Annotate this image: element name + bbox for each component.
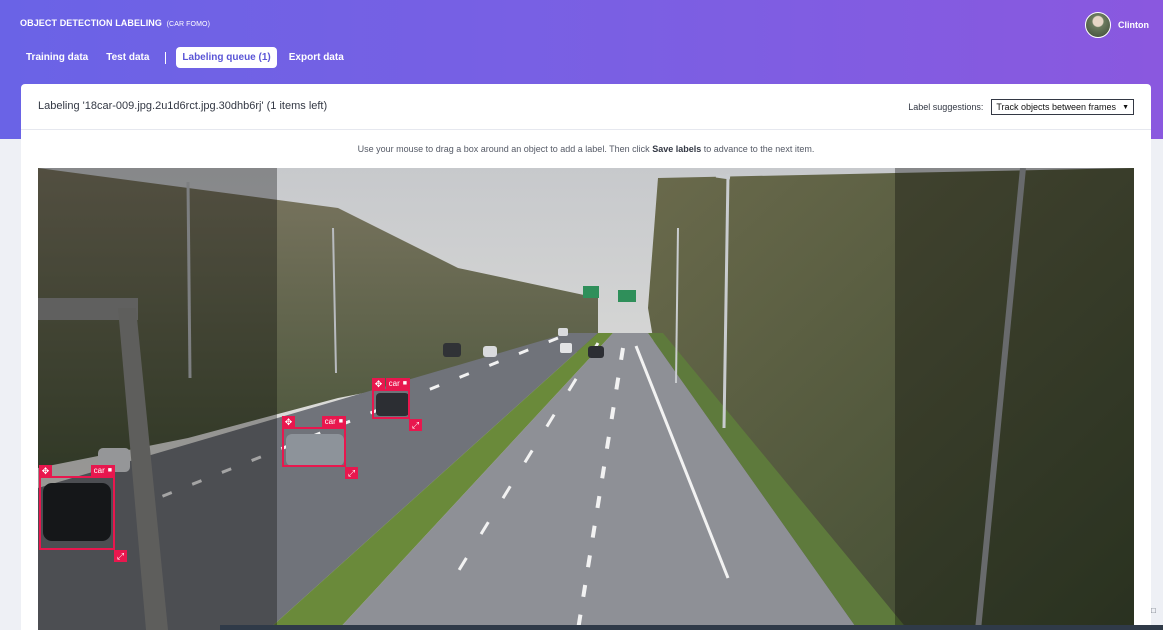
label-suggestions-value[interactable]: Track objects between frames [996,102,1116,112]
instructions-bold: Save labels [652,144,702,154]
trash-icon[interactable]: ■ [339,416,343,428]
label-suggestions-label: Label suggestions: [908,102,984,112]
bounding-box-car[interactable]: ✥ car ■ ⤢ [372,378,422,431]
resize-icon[interactable]: ⤢ [114,550,127,562]
resize-icon[interactable]: ⤢ [409,419,422,431]
labeling-image[interactable]: ✥ car ■ ⤢ ✥ car ■ ⤢ ✥ car ■ ⤢ [38,168,1134,630]
page-title: Labeling '18car-009.jpg.2u1d6rct.jpg.30d… [38,100,328,112]
label-suggestions-select[interactable]: Track objects between frames ▼ [991,99,1134,115]
app-title-text: OBJECT DETECTION LABELING [20,18,163,28]
trash-icon[interactable]: ■ [108,465,112,477]
nav-tabs: Training data Test data Labeling queue (… [20,47,350,68]
bbox-label[interactable]: car ■ [90,465,115,477]
avatar[interactable] [1085,12,1111,38]
instructions-after: to advance to the next item. [703,144,815,154]
bbox-label-text[interactable]: car [94,465,105,477]
bbox-label-text[interactable]: car [325,416,336,428]
road-scene-image [38,168,1134,630]
label-suggestions: Label suggestions: Track objects between… [908,99,1134,115]
resize-icon[interactable]: ⤢ [345,467,358,479]
bbox-label-text[interactable]: car [389,378,400,390]
app-subtitle: (CAR FOMO) [166,21,211,28]
chat-icon[interactable]: □ [1151,606,1160,615]
bbox-label[interactable]: car ■ [385,378,410,390]
move-icon[interactable]: ✥ [282,416,295,428]
instructions-before: Use your mouse to drag a box around an o… [357,144,650,154]
bounding-box-car[interactable]: ✥ car ■ ⤢ [39,465,127,562]
instructions-text: Use your mouse to drag a box around an o… [21,144,1151,154]
bbox-label[interactable]: car ■ [321,416,346,428]
app-title: OBJECT DETECTION LABELING (CAR FOMO) [20,18,210,28]
bottom-bar [220,625,1163,630]
labeling-panel: Labeling '18car-009.jpg.2u1d6rct.jpg.30d… [21,84,1151,630]
panel-header: Labeling '18car-009.jpg.2u1d6rct.jpg.30d… [21,84,1151,130]
trash-icon[interactable]: ■ [403,378,407,390]
tab-training-data[interactable]: Training data [20,47,94,68]
nav-divider [165,51,167,64]
user-menu[interactable]: Clinton [1085,12,1149,38]
move-icon[interactable]: ✥ [372,378,385,390]
bounding-box-car[interactable]: ✥ car ■ ⤢ [282,416,358,479]
user-name[interactable]: Clinton [1118,20,1149,30]
tab-test-data[interactable]: Test data [100,47,155,68]
tab-export-data[interactable]: Export data [283,47,350,68]
tab-labeling-queue[interactable]: Labeling queue (1) [176,47,277,68]
move-icon[interactable]: ✥ [39,465,52,477]
chevron-down-icon[interactable]: ▼ [1122,104,1129,111]
